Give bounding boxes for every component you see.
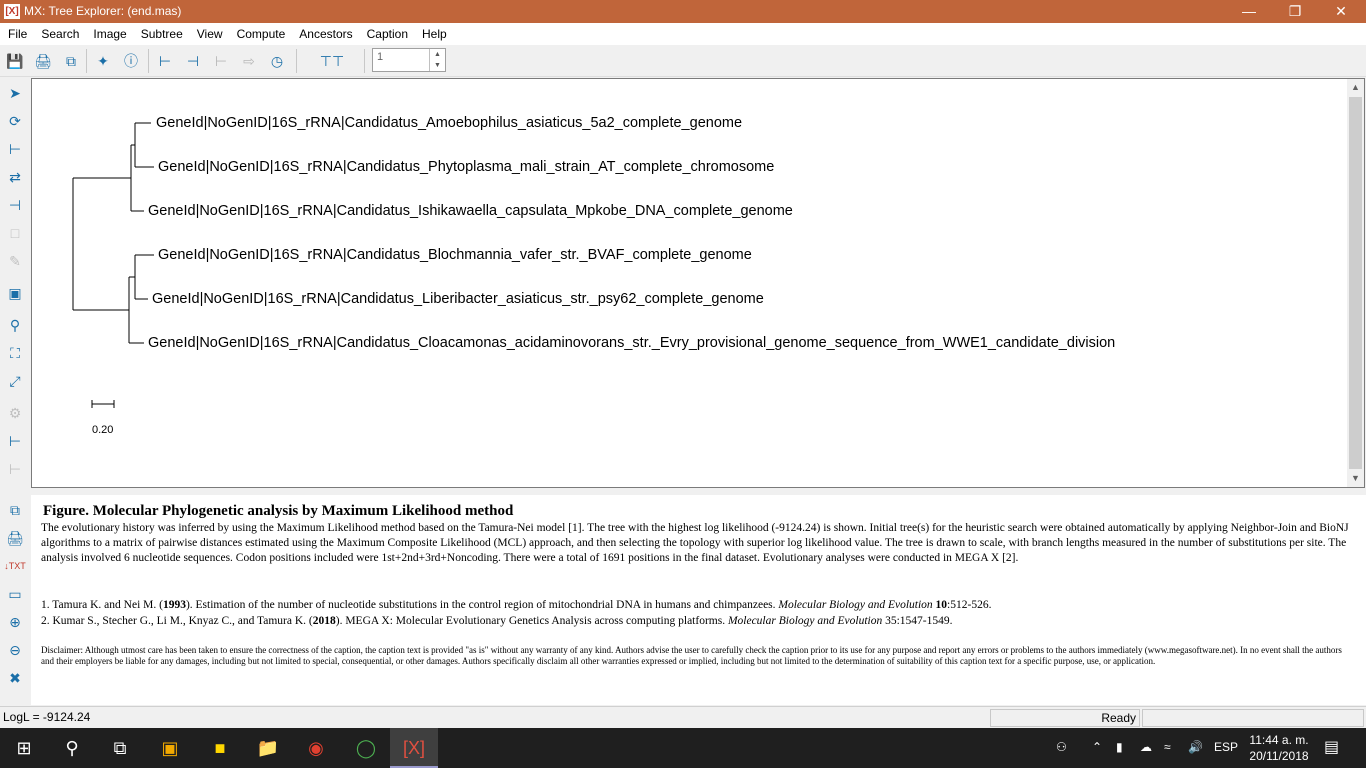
people-icon[interactable]: ⚇ (1056, 740, 1067, 754)
menu-bar: File Search Image Subtree View Compute Ancesto… (0, 23, 1366, 45)
restore-button[interactable]: ❐ (1272, 0, 1318, 23)
vertical-scrollbar[interactable]: ▲ ▼ (1347, 79, 1364, 487)
tree-number-value: 1 (377, 51, 384, 63)
tree-canvas[interactable]: GeneId|NoGenID|16S_rRNA|Candidatus_Amoeb… (31, 78, 1365, 488)
compress-icon[interactable]: ⊣ (4, 194, 26, 216)
close-window-button[interactable]: ✕ (1318, 0, 1364, 23)
windows-taskbar: ⊞ ⚲ ⧉ ▣ ■ 📁 ◉ ◯ [X] ⚇ ⌃ ▮ ☁ ≈ 🔊 ESP 11:4… (0, 728, 1366, 768)
clock-icon[interactable]: ◷ (266, 50, 288, 72)
clock-date: 20/11/2018 (1249, 749, 1309, 763)
caption-body: The evolutionary history was inferred by… (41, 522, 1349, 564)
title-bar: [X] MX: Tree Explorer: (end.mas) — ❐ ✕ (0, 0, 1366, 23)
stepper-arrows-icon[interactable]: ▲ ▼ (429, 49, 445, 71)
menu-search[interactable]: Search (33, 23, 85, 41)
zoom-in-icon[interactable]: ⊕ (4, 611, 26, 633)
cloud-icon[interactable]: ☁ (1140, 740, 1152, 754)
volume-icon[interactable]: 🔊 (1188, 740, 1203, 754)
taxon-label[interactable]: GeneId|NoGenID|16S_rRNA|Candidatus_Bloch… (158, 247, 752, 263)
search-icon[interactable]: ⚲ (4, 314, 26, 336)
fit-window-icon[interactable]: ⛶ (4, 342, 26, 364)
print-caption-icon[interactable]: 🖨 (4, 527, 26, 549)
print-icon[interactable]: 🖨 (32, 50, 54, 72)
language-indicator[interactable]: ESP (1214, 740, 1238, 754)
pen-icon: ✎ (9, 253, 21, 269)
wifi-icon[interactable]: ≈ (1164, 740, 1171, 754)
save-icon[interactable]: 💾 (4, 50, 26, 72)
subtree-icon: □ (10, 225, 20, 241)
tree-layout-icon[interactable]: ⊢ (154, 50, 176, 72)
menu-compute[interactable]: Compute (229, 23, 292, 41)
taxon-label[interactable]: GeneId|NoGenID|16S_rRNA|Candidatus_Liber… (152, 291, 764, 307)
options-icon[interactable]: ✦ (92, 50, 114, 72)
menu-image[interactable]: Image (85, 23, 132, 41)
tree-disabled-icon: ⊢ (8, 461, 22, 477)
status-bar: LogL = -9124.24 Ready (0, 706, 1366, 728)
scale-bar-label: 0.20 (92, 424, 114, 436)
close-caption-icon[interactable]: ✖ (4, 667, 26, 689)
menu-file[interactable]: File (0, 23, 33, 41)
taxon-label[interactable]: GeneId|NoGenID|16S_rRNA|Candidatus_Amoeb… (156, 115, 742, 131)
scroll-down-icon[interactable]: ▼ (1347, 470, 1364, 487)
copy-caption-icon[interactable]: ⧉ (4, 499, 26, 521)
mega-taskbar-icon[interactable]: [X] (390, 728, 438, 768)
store-icon[interactable]: ▣ (146, 728, 194, 768)
windows-start-icon[interactable]: ⊞ (0, 728, 48, 768)
clock-time: 11:44 a. m. (1249, 733, 1309, 747)
scrollbar-thumb[interactable] (1349, 97, 1362, 469)
export-txt-icon[interactable]: ↓TXT (4, 555, 26, 577)
taxon-label[interactable]: GeneId|NoGenID|16S_rRNA|Candidatus_Phyto… (158, 159, 774, 175)
info-icon[interactable]: ⓘ (120, 50, 142, 72)
swap-icon[interactable]: ⇄ (4, 166, 26, 188)
caption-heading: Figure. Molecular Phylogenetic analysis … (43, 503, 514, 519)
battery-icon[interactable]: ▮ (1116, 740, 1123, 754)
tree-style-icon[interactable]: ⊤⊤ (310, 50, 354, 72)
tree-expand-icon: ⊢ (214, 53, 228, 69)
resize-icon[interactable]: ⤢ (4, 370, 26, 392)
caption-tools-toolbar: ⧉ 🖨 ↓TXT ▭ ⊕ ⊖ ✖ (0, 495, 30, 705)
find-window-icon[interactable]: ▣ (4, 282, 26, 304)
window-title: MX: Tree Explorer: (end.mas) (24, 4, 182, 18)
tree-swap-icon: ⇨ (243, 53, 255, 69)
menu-subtree[interactable]: Subtree (133, 23, 189, 41)
taxon-label[interactable]: GeneId|NoGenID|16S_rRNA|Candidatus_Ishik… (148, 203, 793, 219)
tray-chevron-icon[interactable]: ⌃ (1092, 740, 1102, 754)
menu-ancestors[interactable]: Ancestors (291, 23, 358, 41)
reference-1: 1. Tamura K. and Nei M. (1993). Estimati… (41, 599, 992, 611)
menu-help[interactable]: Help (414, 23, 453, 41)
root-icon[interactable]: ⟳ (4, 110, 26, 132)
caption-panel: Figure. Molecular Phylogenetic analysis … (31, 495, 1366, 705)
disclaimer-text: Disclaimer: Although utmost care has bee… (41, 645, 1342, 666)
zoom-out-icon[interactable]: ⊖ (4, 639, 26, 661)
chrome-icon[interactable]: ◉ (292, 728, 340, 768)
scroll-up-icon[interactable]: ▲ (1347, 79, 1364, 96)
task-view-icon[interactable]: ⧉ (96, 728, 144, 768)
tree-branches-icon[interactable]: ⊢ (4, 430, 26, 452)
menu-view[interactable]: View (189, 23, 229, 41)
tree-collapse-icon[interactable]: ⊣ (182, 50, 204, 72)
status-extra (1142, 709, 1364, 727)
menu-caption[interactable]: Caption (359, 23, 414, 41)
reference-2: 2. Kumar S., Stecher G., Li M., Knyaz C.… (41, 615, 953, 627)
tree-tools-toolbar: ➤ ⟳ ⊢ ⇄ ⊣ □ ✎ ▣ ⚲ ⛶ ⤢ ⚙ ⊢ ⊢ (0, 78, 30, 488)
clock[interactable]: 11:44 a. m. 20/11/2018 (1248, 732, 1310, 764)
search-icon[interactable]: ⚲ (48, 728, 96, 768)
file-explorer-icon[interactable]: 📁 (244, 728, 292, 768)
ready-status: Ready (990, 709, 1140, 727)
notifications-icon[interactable]: ▤ (1324, 737, 1339, 757)
flip-icon[interactable]: ⊢ (4, 138, 26, 160)
taxon-label[interactable]: GeneId|NoGenID|16S_rRNA|Candidatus_Cloac… (148, 335, 1115, 351)
logl-status: LogL = -9124.24 (3, 710, 91, 724)
app-icon[interactable]: ◯ (342, 728, 390, 768)
mega-app-icon: [X] (4, 4, 20, 19)
pointer-icon[interactable]: ➤ (4, 82, 26, 104)
tree-number-stepper[interactable]: 1 ▲ ▼ (372, 48, 446, 72)
minimize-button[interactable]: — (1226, 0, 1272, 23)
phylogenetic-tree (72, 122, 154, 408)
toolbar: 💾 🖨 ⧉ ✦ ⓘ ⊢ ⊣ ⊢ ⇨ ◷ ⊤⊤ (0, 45, 1366, 77)
caption-window-icon[interactable]: ▭ (4, 583, 26, 605)
copy-icon[interactable]: ⧉ (60, 50, 82, 72)
settings-icon: ⚙ (8, 405, 22, 421)
sticky-notes-icon[interactable]: ■ (196, 728, 244, 768)
